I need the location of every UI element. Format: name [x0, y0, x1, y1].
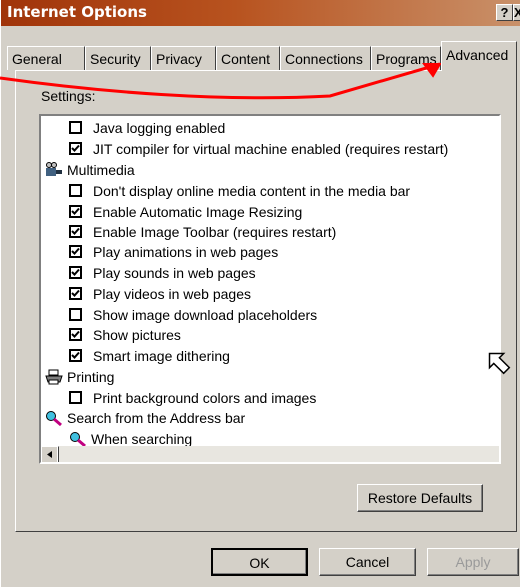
apply-button[interactable]: Apply — [427, 548, 519, 576]
checkbox[interactable] — [69, 287, 82, 300]
tab-connections[interactable]: Connections — [280, 46, 371, 70]
checkbox[interactable] — [69, 205, 82, 218]
tab-programs[interactable]: Programs — [371, 46, 441, 70]
tab-advanced[interactable]: Advanced — [441, 41, 517, 71]
hscroll-thumb[interactable] — [57, 446, 59, 462]
list-item-label: Play videos in web pages — [93, 286, 251, 302]
tab-security[interactable]: Security — [85, 46, 151, 70]
checkbox[interactable] — [69, 328, 82, 341]
tab-privacy[interactable]: Privacy — [151, 46, 216, 70]
checkbox[interactable] — [69, 308, 82, 321]
settings-listbox[interactable]: Java logging enabled JIT compiler for vi… — [39, 114, 501, 464]
checkbox[interactable] — [69, 225, 82, 238]
title-bar[interactable]: Internet Options ? X — [1, 0, 520, 26]
settings-label: Settings: — [41, 88, 96, 104]
category-label: Search from the Address bar — [67, 410, 246, 426]
help-button[interactable]: ? — [496, 4, 513, 21]
list-item-label: Enable Image Toolbar (requires restart) — [93, 224, 337, 240]
window-title: Internet Options — [7, 3, 147, 21]
checkbox[interactable] — [69, 142, 82, 155]
tab-content[interactable]: Content — [216, 46, 280, 70]
category-label: Printing — [67, 369, 115, 385]
checkbox[interactable] — [69, 184, 82, 197]
tab-strip: General Security Privacy Content Connect… — [7, 41, 517, 71]
cancel-button[interactable]: Cancel — [319, 548, 416, 576]
list-item-label: Show pictures — [93, 327, 181, 343]
checkbox[interactable] — [69, 391, 82, 404]
list-item-label: Enable Automatic Image Resizing — [93, 204, 303, 220]
checkbox[interactable] — [69, 349, 82, 362]
search-icon — [46, 411, 62, 426]
horizontal-scrollbar[interactable] — [41, 446, 499, 462]
arrow-left-icon — [47, 451, 52, 458]
checkbox[interactable] — [69, 121, 82, 134]
mouse-cursor-icon — [488, 352, 511, 375]
scroll-left-button[interactable] — [41, 446, 58, 462]
printer-icon — [45, 369, 63, 385]
list-item-label: Java logging enabled — [93, 120, 226, 136]
list-item-label: Don't display online media content in th… — [93, 183, 411, 199]
list-item-label: JIT compiler for virtual machine enabled… — [93, 141, 449, 157]
list-item-label: Play sounds in web pages — [93, 265, 256, 281]
multimedia-icon — [46, 162, 62, 176]
internet-options-dialog: Internet Options ? X General Security Pr… — [0, 0, 520, 587]
ok-button[interactable]: OK — [211, 548, 308, 576]
search-icon — [70, 432, 86, 447]
tab-general[interactable]: General — [7, 46, 85, 70]
checkbox[interactable] — [69, 245, 82, 258]
checkbox[interactable] — [69, 266, 82, 279]
close-button[interactable]: X — [513, 4, 520, 21]
list-item-label: Print background colors and images — [93, 390, 317, 406]
list-item-label: Smart image dithering — [93, 348, 230, 364]
category-label: Multimedia — [67, 162, 135, 178]
list-item-label: Show image download placeholders — [93, 307, 318, 323]
list-item-label: Play animations in web pages — [93, 244, 279, 260]
restore-defaults-button[interactable]: Restore Defaults — [357, 484, 483, 512]
